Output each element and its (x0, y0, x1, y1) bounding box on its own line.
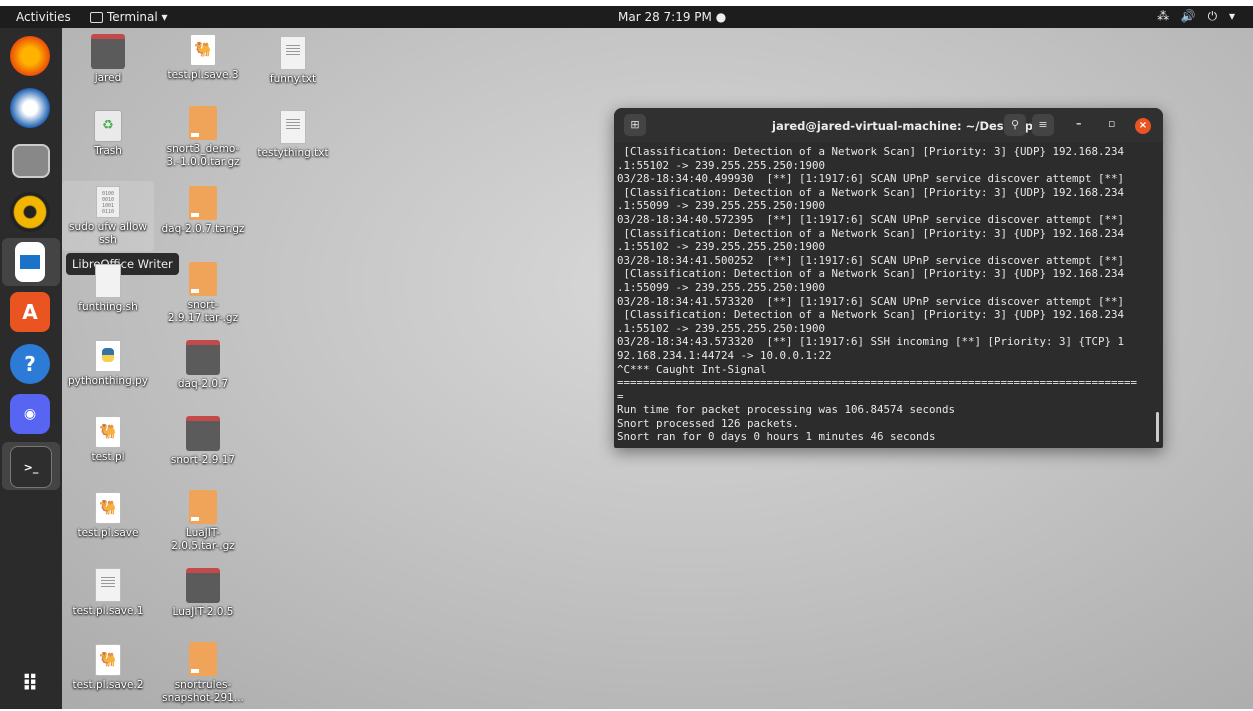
trash-icon: ♻ (94, 110, 122, 142)
desktop-icon-label: test.pl.save (77, 527, 139, 539)
desktop-icon-label: snort3_demo-3.-1.0.0.tar.gz (166, 143, 240, 168)
terminal-dock-icon[interactable]: >_ (10, 446, 52, 488)
archive-icon (189, 490, 217, 524)
desktop-icon-snort-folder[interactable]: snort-2.9.17 (160, 416, 246, 467)
terminal-title: jared@jared-virtual-machine: ~/Desktop (772, 119, 1033, 133)
desktop-icon-label: test.pl.save.2 (72, 679, 144, 691)
folder-icon (186, 416, 220, 451)
desktop-icon-label: testything.txt (257, 147, 329, 159)
binary-file-icon: 0100 0010 1001 0110 (96, 186, 120, 218)
desktop-icon-test-pl[interactable]: 🐫 test.pl (65, 416, 151, 464)
rhythmbox-icon[interactable] (10, 192, 50, 232)
help-icon[interactable]: ? (10, 344, 50, 384)
files-icon[interactable] (12, 144, 50, 178)
desktop-icon-test-pl-save-2[interactable]: 🐫 test.pl.save.2 (65, 644, 151, 692)
desktop-icon-label: jared (94, 72, 122, 84)
show-apps-grid-icon[interactable]: ⠿ (10, 664, 50, 704)
desktop-icon-label: funny.txt (269, 73, 317, 85)
desktop-icon-testything-txt[interactable]: testything.txt (250, 110, 336, 160)
desktop-icon-luajit-folder[interactable]: LuaJIT-2.0.5 (160, 568, 246, 619)
perl-file-icon: 🐫 (190, 34, 216, 66)
perl-file-icon: 🐫 (95, 416, 121, 448)
firefox-icon[interactable] (10, 36, 50, 76)
text-file-icon (280, 110, 306, 144)
archive-icon (189, 262, 217, 296)
desktop-icon-test-pl-save[interactable]: 🐫 test.pl.save (65, 492, 151, 540)
desktop-icon-snort3-demo[interactable]: snort3_demo-3.-1.0.0.tar.gz (160, 106, 246, 169)
top-bar: Activities Terminal ▾ Mar 28 7:19 PM ● ⁂… (0, 6, 1253, 28)
desktop-icon-funny-txt[interactable]: funny.txt (250, 36, 336, 86)
desktop-icon-daq-tar[interactable]: daq-2.0.7.tar.gz (160, 186, 246, 236)
clock[interactable]: Mar 28 7:19 PM ● (618, 10, 726, 24)
script-file-icon (95, 264, 121, 298)
archive-icon (189, 106, 217, 140)
search-icon[interactable]: ⚲ (1004, 114, 1026, 136)
desktop-icon-pythonthing[interactable]: pythonthing.py (65, 340, 151, 388)
desktop-icon-daq-folder[interactable]: daq-2.0.7 (160, 340, 246, 391)
perl-file-icon: 🐫 (95, 644, 121, 676)
terminal-icon (90, 11, 103, 23)
desktop-icon-snortrules[interactable]: snortrules-snapshot-291... (160, 642, 246, 705)
desktop-icon-label: pythonthing.py (68, 375, 148, 387)
maximize-icon[interactable]: ▫ (1108, 117, 1115, 130)
desktop-icon-sudo-ufw[interactable]: 0100 0010 1001 0110 sudo ufw allow ssh (65, 186, 151, 247)
python-file-icon (95, 340, 121, 372)
terminal-window[interactable]: ⊞ jared@jared-virtual-machine: ~/Desktop… (614, 108, 1163, 448)
dock: A ? ◉ >_ ⠿ (0, 28, 62, 709)
hamburger-menu-icon[interactable]: ≡ (1032, 114, 1054, 136)
desktop-icon-luajit-tar[interactable]: LuaJIT-2.0.5.tar-.gz (160, 490, 246, 553)
desktop-icon-label: snort-2.9.17.tar-.gz (167, 299, 239, 324)
desktop-icon-label: daq-2.0.7 (177, 378, 229, 390)
desktop-icon-label: daq-2.0.7.tar.gz (161, 223, 245, 235)
folder-icon (186, 568, 220, 603)
desktop-icon-trash[interactable]: ♻ Trash (65, 110, 151, 158)
app-menu-label: Terminal ▾ (107, 10, 168, 24)
desktop-icon-test-pl-save-1[interactable]: test.pl.save.1 (65, 568, 151, 618)
app-menu[interactable]: Terminal ▾ (90, 10, 168, 24)
desktop-icon-label: sudo ufw allow ssh (69, 221, 147, 246)
activities-button[interactable]: Activities (16, 10, 71, 24)
thunderbird-icon[interactable] (10, 88, 50, 128)
archive-icon (189, 642, 217, 676)
desktop-icon-jared[interactable]: jared (65, 34, 151, 85)
text-file-icon (95, 568, 121, 602)
desktop-icon-snort-tar[interactable]: snort-2.9.17.tar-.gz (160, 262, 246, 325)
home-folder-icon (91, 34, 125, 69)
desktop-icon-label: LuaJIT-2.0.5 (172, 606, 234, 618)
new-tab-icon[interactable]: ⊞ (624, 114, 646, 136)
text-file-icon (280, 36, 306, 70)
desktop-icon-label: snort-2.9.17 (170, 454, 236, 466)
terminal-output[interactable]: [Classification: Detection of a Network … (617, 145, 1157, 444)
desktop-icon-funthing-sh[interactable]: funthing.sh (65, 264, 151, 314)
minimize-icon[interactable]: – (1076, 117, 1082, 130)
archive-icon (189, 186, 217, 220)
desktop-icon-label: test.pl.save.3 (167, 69, 239, 81)
desktop-icon-label: funthing.sh (78, 301, 138, 313)
desktop-icon-label: Trash (94, 145, 122, 157)
software-center-icon[interactable]: A (10, 292, 50, 332)
perl-file-icon: 🐫 (95, 492, 121, 524)
desktop-icon-label: LuaJIT-2.0.5.tar-.gz (171, 527, 235, 552)
desktop-icon-label: test.pl (91, 451, 125, 463)
desktop-icon-label: test.pl.save.1 (72, 605, 144, 617)
desktop-icon-label: snortrules-snapshot-291... (162, 679, 244, 704)
desktop-icon-test-pl-save-3[interactable]: 🐫 test.pl.save.3 (160, 34, 246, 82)
folder-icon (186, 340, 220, 375)
discord-icon[interactable]: ◉ (10, 394, 50, 434)
system-tray[interactable]: ⁂ 🔊 ⏻ ▾ (1157, 9, 1239, 24)
libreoffice-writer-icon[interactable] (15, 242, 45, 282)
terminal-scrollbar[interactable] (1156, 412, 1159, 442)
terminal-header-bar[interactable]: ⊞ jared@jared-virtual-machine: ~/Desktop… (614, 108, 1163, 142)
close-icon[interactable]: × (1135, 118, 1151, 134)
